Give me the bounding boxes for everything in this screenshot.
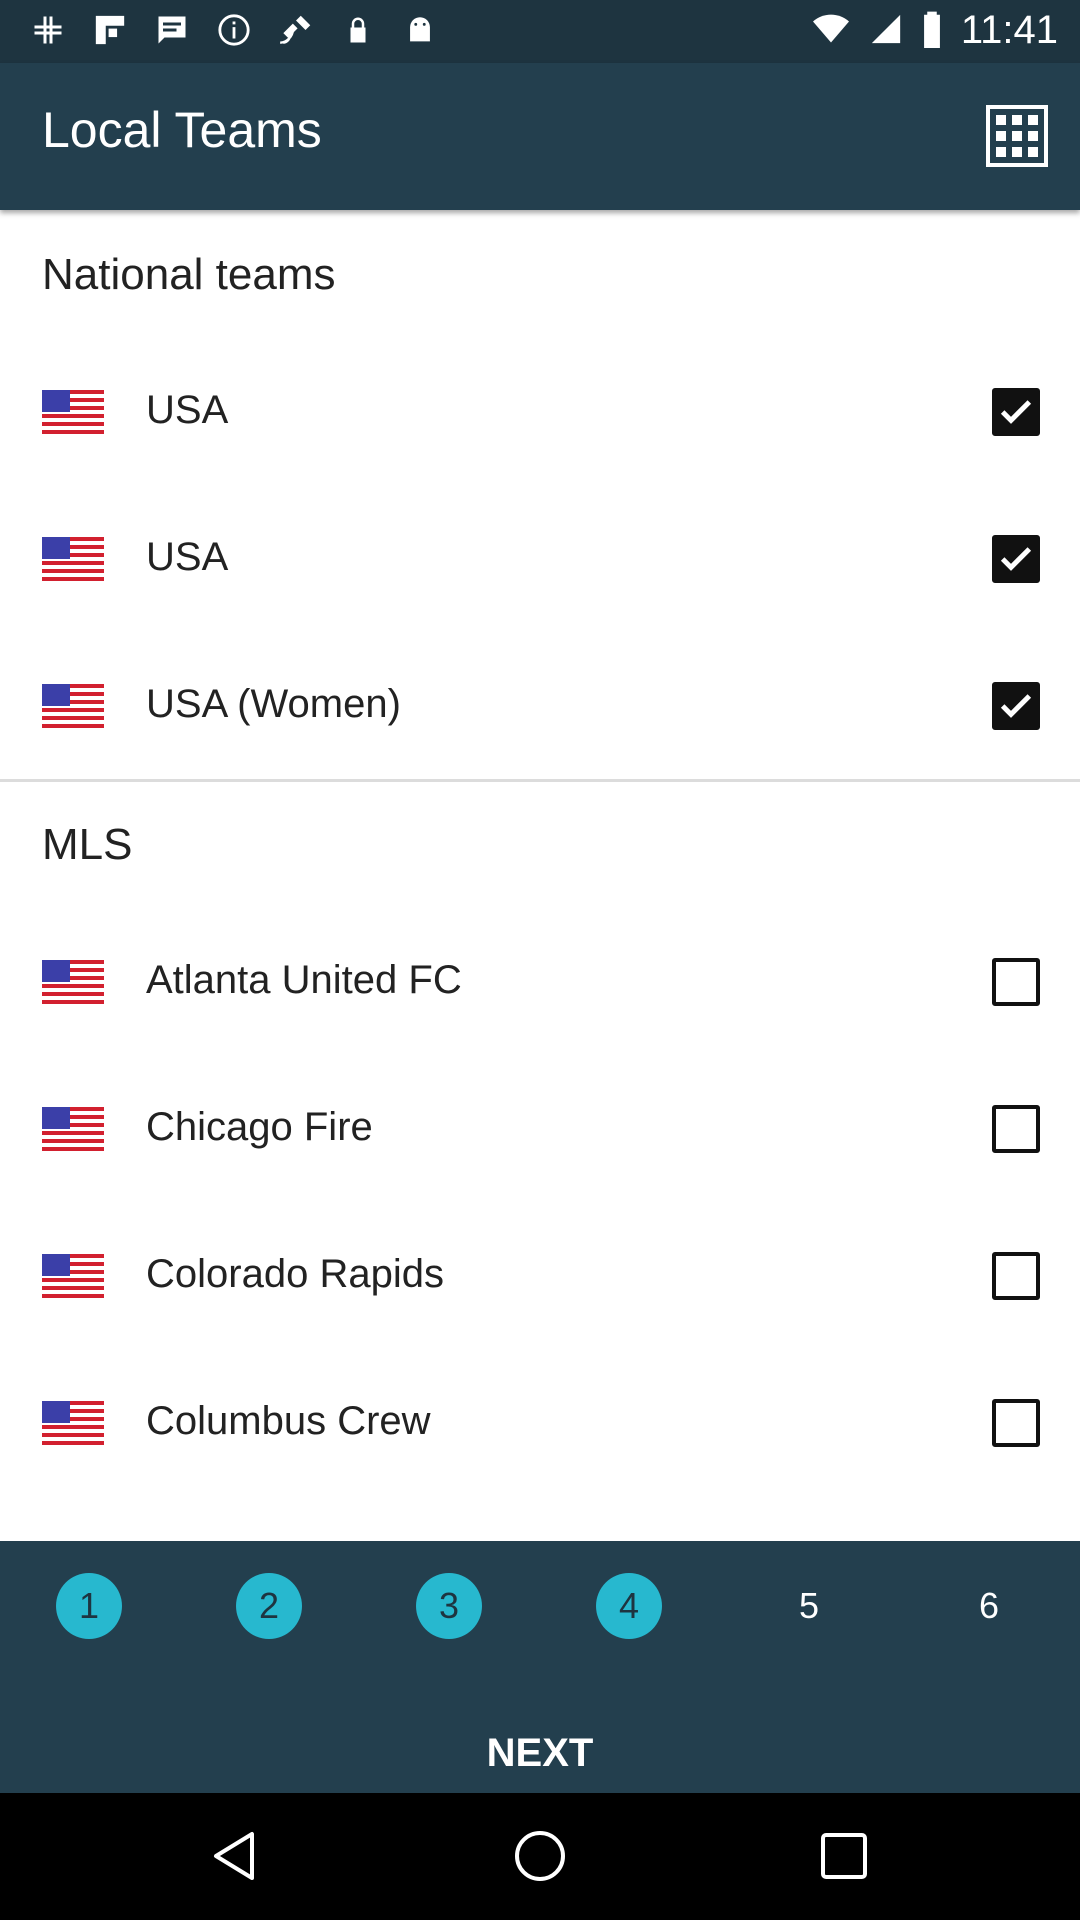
team-row[interactable]: Colorado Rapids [0, 1202, 1080, 1349]
info-icon [214, 10, 254, 50]
team-checkbox[interactable] [992, 535, 1040, 583]
grid-view-button[interactable] [986, 105, 1048, 167]
flipboard-icon [90, 10, 130, 50]
page-indicator-2[interactable]: 2 [236, 1573, 302, 1639]
android-icon [400, 10, 440, 50]
section-divider [0, 779, 1080, 782]
battery-icon [921, 10, 943, 52]
onboarding-pager: 1 2 3 4 5 6 NEXT [0, 1541, 1080, 1793]
team-checkbox[interactable] [992, 958, 1040, 1006]
page-indicator-5[interactable]: 5 [776, 1573, 842, 1639]
page-indicator-4[interactable]: 4 [596, 1573, 662, 1639]
slack-icon [28, 10, 68, 50]
team-row[interactable]: Chicago Fire [0, 1055, 1080, 1202]
app-bar: Local Teams [0, 63, 1080, 210]
message-icon [152, 10, 192, 50]
home-icon[interactable] [512, 1828, 568, 1884]
system-status-icons: 11:41 [811, 8, 1058, 53]
us-flag-icon [42, 1107, 104, 1151]
team-name: USA (Women) [146, 682, 401, 726]
status-bar: 11:41 [0, 0, 1080, 63]
lock-icon [338, 10, 378, 50]
us-flag-icon [42, 684, 104, 728]
checkmark-icon [1000, 694, 1032, 718]
team-name: Columbus Crew [146, 1399, 431, 1443]
system-nav-bar [0, 1793, 1080, 1920]
team-row[interactable]: USA [0, 338, 1080, 485]
status-time: 11:41 [960, 8, 1058, 52]
grid-view-icon [986, 105, 1048, 167]
team-checkbox[interactable] [992, 1105, 1040, 1153]
section-header-national-teams: National teams [42, 250, 336, 299]
signal-icon [869, 11, 903, 51]
us-flag-icon [42, 1401, 104, 1445]
team-name: USA [146, 388, 229, 432]
section-header-mls: MLS [42, 820, 133, 869]
team-row[interactable]: USA [0, 485, 1080, 632]
team-name: Colorado Rapids [146, 1252, 444, 1296]
page-indicator-1[interactable]: 1 [56, 1573, 122, 1639]
team-row[interactable]: Columbus Crew [0, 1349, 1080, 1496]
team-checkbox[interactable] [992, 1399, 1040, 1447]
team-checkbox[interactable] [992, 682, 1040, 730]
back-icon[interactable] [208, 1828, 264, 1884]
team-checkbox[interactable] [992, 1252, 1040, 1300]
team-name: Atlanta United FC [146, 958, 462, 1002]
team-row[interactable]: Atlanta United FC [0, 908, 1080, 1055]
fake-gps-icon [276, 10, 316, 50]
team-checkbox[interactable] [992, 388, 1040, 436]
checkmark-icon [1000, 547, 1032, 571]
page-indicator-6[interactable]: 6 [956, 1573, 1022, 1639]
us-flag-icon [42, 390, 104, 434]
checkmark-icon [1000, 400, 1032, 424]
team-name: Chicago Fire [146, 1105, 373, 1149]
us-flag-icon [42, 960, 104, 1004]
page-indicator-3[interactable]: 3 [416, 1573, 482, 1639]
us-flag-icon [42, 1254, 104, 1298]
notification-icons [28, 10, 440, 50]
recents-icon[interactable] [816, 1828, 872, 1884]
team-name: USA [146, 535, 229, 579]
wifi-icon [811, 11, 851, 51]
us-flag-icon [42, 537, 104, 581]
page-title: Local Teams [42, 102, 322, 158]
next-button[interactable]: NEXT [0, 1723, 1080, 1783]
team-row[interactable]: USA (Women) [0, 632, 1080, 779]
